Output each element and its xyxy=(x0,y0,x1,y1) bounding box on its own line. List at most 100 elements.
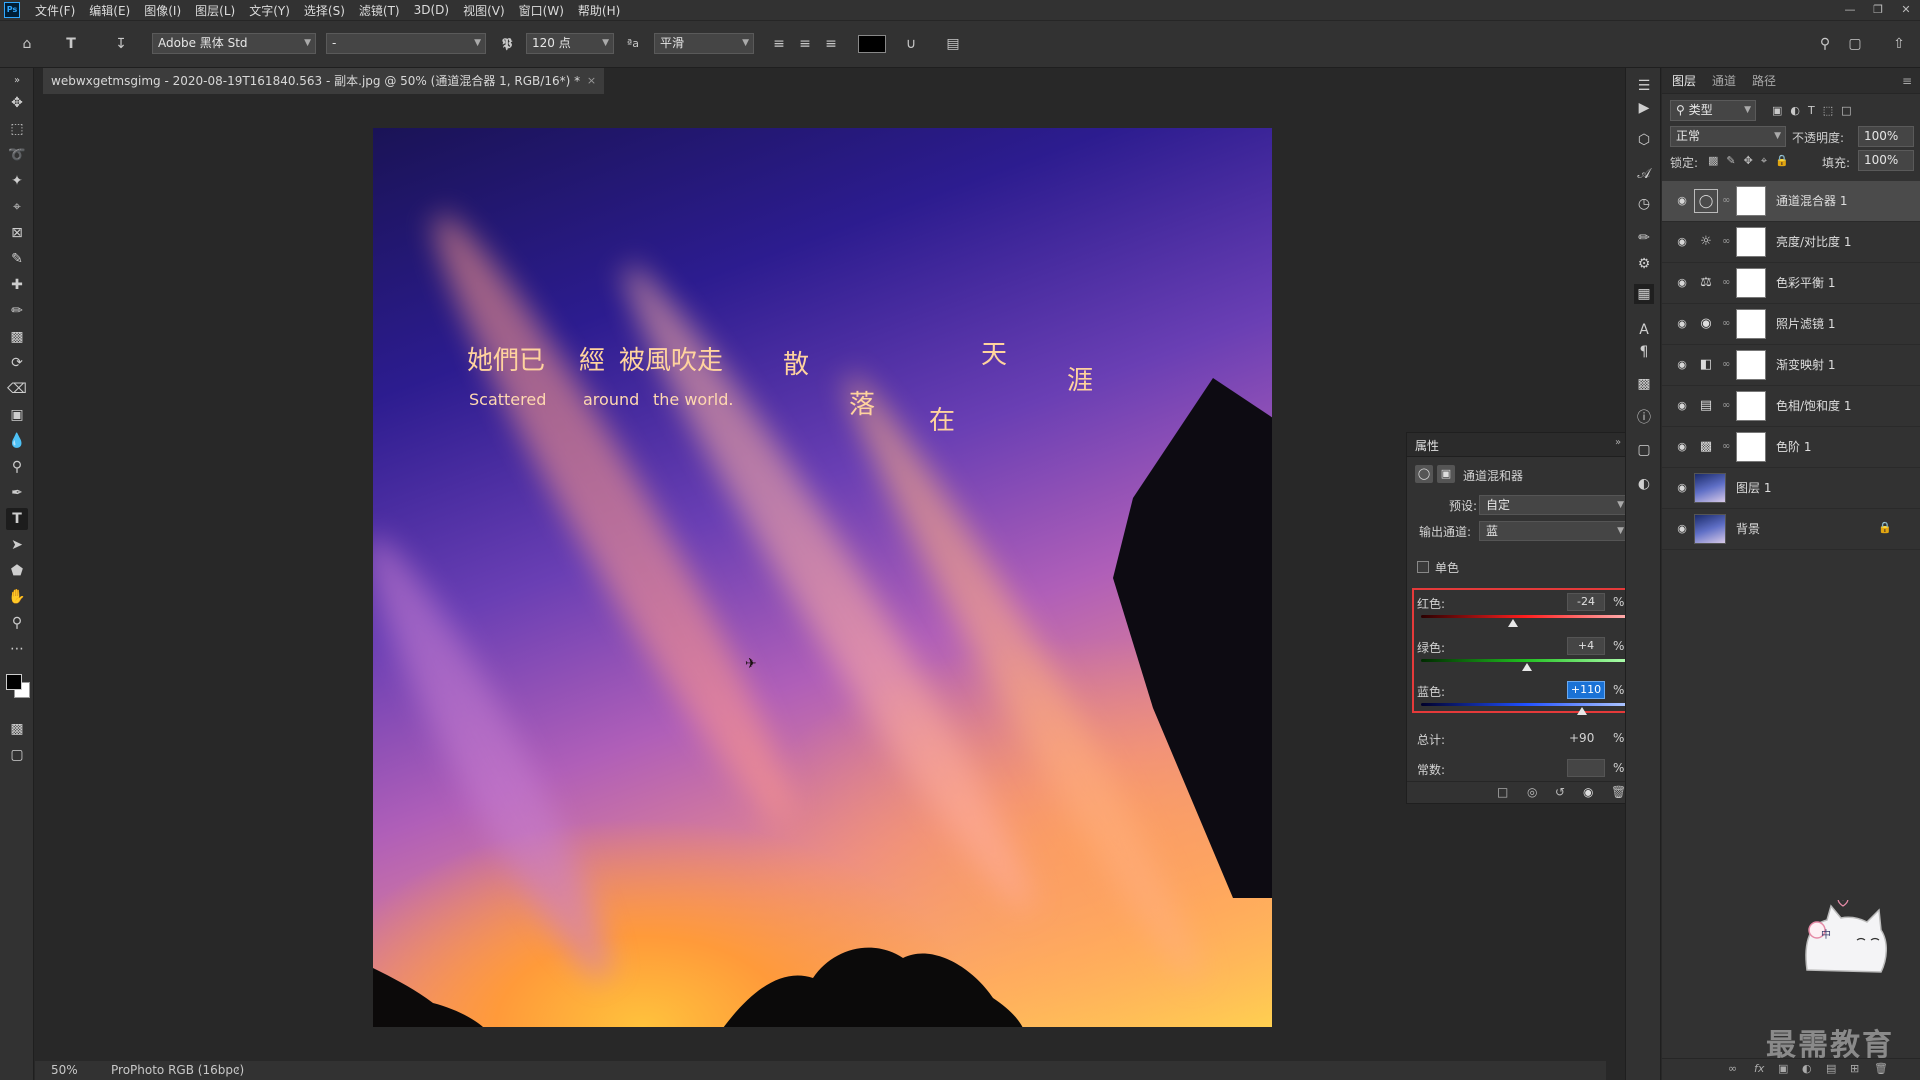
gradient-tool-icon[interactable]: ▣ xyxy=(6,404,28,426)
chevron-right-icon[interactable]: › xyxy=(235,1062,240,1076)
actions-play-icon[interactable]: ▶ xyxy=(1634,98,1654,118)
view-previous-icon[interactable]: ◎ xyxy=(1527,785,1537,799)
blend-mode-select[interactable]: 正常 ▼ xyxy=(1670,126,1786,147)
new-layer-icon[interactable]: ⊞ xyxy=(1850,1062,1859,1075)
layer-name[interactable]: 图层 1 xyxy=(1736,468,1771,509)
monochrome-checkbox[interactable] xyxy=(1417,561,1429,573)
shape-tool-icon[interactable]: ⬟ xyxy=(6,560,28,582)
foreground-color-swatch[interactable] xyxy=(6,674,22,690)
menu-edit[interactable]: 编辑(E) xyxy=(82,2,137,19)
layer-image-thumb[interactable] xyxy=(1694,514,1726,544)
align-center-icon[interactable]: ≡ xyxy=(796,35,814,53)
close-icon[interactable]: ✕ xyxy=(1892,0,1920,20)
document-tab[interactable]: webwxgetmsgimg - 2020-08-19T161840.563 -… xyxy=(43,68,605,94)
layer-mask-thumb[interactable] xyxy=(1736,391,1766,421)
move-tool-icon[interactable]: ✥ xyxy=(6,92,28,114)
layer-name[interactable]: 渐变映射 1 xyxy=(1776,345,1835,386)
font-family-select[interactable]: Adobe 黑体 Std ▼ xyxy=(152,33,316,54)
font-style-select[interactable]: - ▼ xyxy=(326,33,486,54)
marquee-tool-icon[interactable]: ⬚ xyxy=(6,118,28,140)
delete-icon[interactable]: 🗑 xyxy=(1611,785,1626,799)
warp-text-icon[interactable]: ∪ xyxy=(902,35,920,53)
fx-icon[interactable]: fx xyxy=(1754,1062,1764,1075)
zoom-level[interactable]: 50% xyxy=(51,1063,78,1077)
pen-tool-icon[interactable]: ✒ xyxy=(6,482,28,504)
layer-mask-thumb[interactable] xyxy=(1736,227,1766,257)
menu-view[interactable]: 视图(V) xyxy=(456,2,512,19)
collapse-panel-icon[interactable]: » xyxy=(1615,437,1621,448)
type-tool-preset-icon[interactable]: T xyxy=(62,35,80,53)
red-value-field[interactable]: -24 xyxy=(1567,593,1605,611)
antialias-select[interactable]: 平滑 ▼ xyxy=(654,33,754,54)
layer-row[interactable]: ◉ ⚖ ∞ 色彩平衡 1 xyxy=(1662,263,1920,304)
eye-icon[interactable]: ◉ xyxy=(1674,357,1690,373)
layer-filter-icons[interactable]: ▣◐T⬚□ xyxy=(1772,104,1860,117)
document-canvas[interactable]: ✈ 她們已 經 被風吹走 散 落 在 天 涯 Scattered around … xyxy=(373,128,1272,1027)
dodge-tool-icon[interactable]: ⚲ xyxy=(6,456,28,478)
add-mask-icon[interactable]: ▣ xyxy=(1778,1062,1788,1075)
blur-tool-icon[interactable]: 💧 xyxy=(6,430,28,452)
menu-window[interactable]: 窗口(W) xyxy=(512,2,571,19)
home-icon[interactable]: ⌂ xyxy=(18,35,36,53)
layer-row[interactable]: ◉ ☼ ∞ 亮度/对比度 1 xyxy=(1662,222,1920,263)
share-icon[interactable]: ⇧ xyxy=(1890,35,1908,53)
menu-select[interactable]: 选择(S) xyxy=(297,2,352,19)
menu-type[interactable]: 文字(Y) xyxy=(242,2,297,19)
new-group-icon[interactable]: ▤ xyxy=(1826,1062,1836,1075)
layer-name[interactable]: 亮度/对比度 1 xyxy=(1776,222,1852,263)
eye-icon[interactable]: ◉ xyxy=(1674,439,1690,455)
quick-mask-icon[interactable]: ▩ xyxy=(6,718,28,740)
screen-mode-icon[interactable]: ▢ xyxy=(6,744,28,766)
green-slider-track[interactable] xyxy=(1421,659,1629,662)
menu-help[interactable]: 帮助(H) xyxy=(571,2,627,19)
fill-field[interactable]: 100% xyxy=(1858,150,1914,171)
hand-tool-icon[interactable]: ✋ xyxy=(6,586,28,608)
link-layers-icon[interactable]: ∞ xyxy=(1728,1062,1737,1075)
healing-tool-icon[interactable]: ✚ xyxy=(6,274,28,296)
paragraph-icon[interactable]: ¶ xyxy=(1634,342,1654,362)
layer-name[interactable]: 色相/饱和度 1 xyxy=(1776,386,1852,427)
menu-image[interactable]: 图像(I) xyxy=(137,2,188,19)
opacity-field[interactable]: 100% xyxy=(1858,126,1914,147)
reset-icon[interactable]: ↺ xyxy=(1555,785,1565,799)
layer-name[interactable]: 背景 xyxy=(1736,509,1760,550)
layer-row[interactable]: ◉ ▤ ∞ 色相/饱和度 1 xyxy=(1662,386,1920,427)
layer-row[interactable]: ◉ 图层 1 xyxy=(1662,468,1920,509)
properties-toggle-icon[interactable]: ▦ xyxy=(1634,284,1654,304)
lock-icons[interactable]: ▩✎✥⌖🔒 xyxy=(1708,154,1797,168)
info-icon[interactable]: ⓘ xyxy=(1634,408,1654,428)
character-icon[interactable]: A xyxy=(1634,320,1654,340)
preset-select[interactable]: 自定 ▼ xyxy=(1479,495,1629,515)
magic-wand-tool-icon[interactable]: ✦ xyxy=(6,170,28,192)
stamp-tool-icon[interactable]: ▩ xyxy=(6,326,28,348)
brush-tool-icon[interactable]: ✏ xyxy=(6,300,28,322)
character-panel-icon[interactable]: ▤ xyxy=(944,35,962,53)
visibility-icon[interactable]: ◉ xyxy=(1583,785,1593,799)
collapse-toolbar-icon[interactable]: » xyxy=(6,70,28,92)
red-slider-track[interactable] xyxy=(1421,615,1629,618)
eye-icon[interactable]: ◉ xyxy=(1674,521,1690,537)
layer-mask-thumb[interactable] xyxy=(1736,432,1766,462)
menu-file[interactable]: 文件(F) xyxy=(28,2,82,19)
search-icon[interactable]: ⚲ xyxy=(1816,35,1834,53)
layer-row[interactable]: ◉ ▩ ∞ 色阶 1 xyxy=(1662,427,1920,468)
new-adjustment-icon[interactable]: ◐ xyxy=(1802,1062,1812,1075)
restore-icon[interactable]: ❐ xyxy=(1864,0,1892,20)
constant-value-field[interactable] xyxy=(1567,759,1605,777)
layer-row[interactable]: ◉ ◯ ∞ 通道混合器 1 xyxy=(1662,181,1920,222)
history-icon[interactable]: ☰ xyxy=(1634,76,1654,96)
panel-menu-icon[interactable]: ≡ xyxy=(1902,68,1912,94)
sliders-icon[interactable]: ⚙ xyxy=(1634,254,1654,274)
type-tool-icon[interactable]: T xyxy=(6,508,28,530)
text-color-swatch[interactable] xyxy=(858,35,886,53)
layer-name[interactable]: 色彩平衡 1 xyxy=(1776,263,1835,304)
brush-settings-icon[interactable]: ✏ xyxy=(1634,228,1654,248)
green-slider-thumb[interactable] xyxy=(1522,663,1533,671)
workspace-icon[interactable]: ▢ xyxy=(1846,35,1864,53)
blue-slider-thumb[interactable] xyxy=(1577,707,1588,715)
menu-3d[interactable]: 3D(D) xyxy=(407,3,456,17)
lasso-tool-icon[interactable]: ➰ xyxy=(6,144,28,166)
frame-tool-icon[interactable]: ⊠ xyxy=(6,222,28,244)
more-tools-icon[interactable]: ⋯ xyxy=(6,638,28,660)
history-brush-icon[interactable]: ⟳ xyxy=(6,352,28,374)
